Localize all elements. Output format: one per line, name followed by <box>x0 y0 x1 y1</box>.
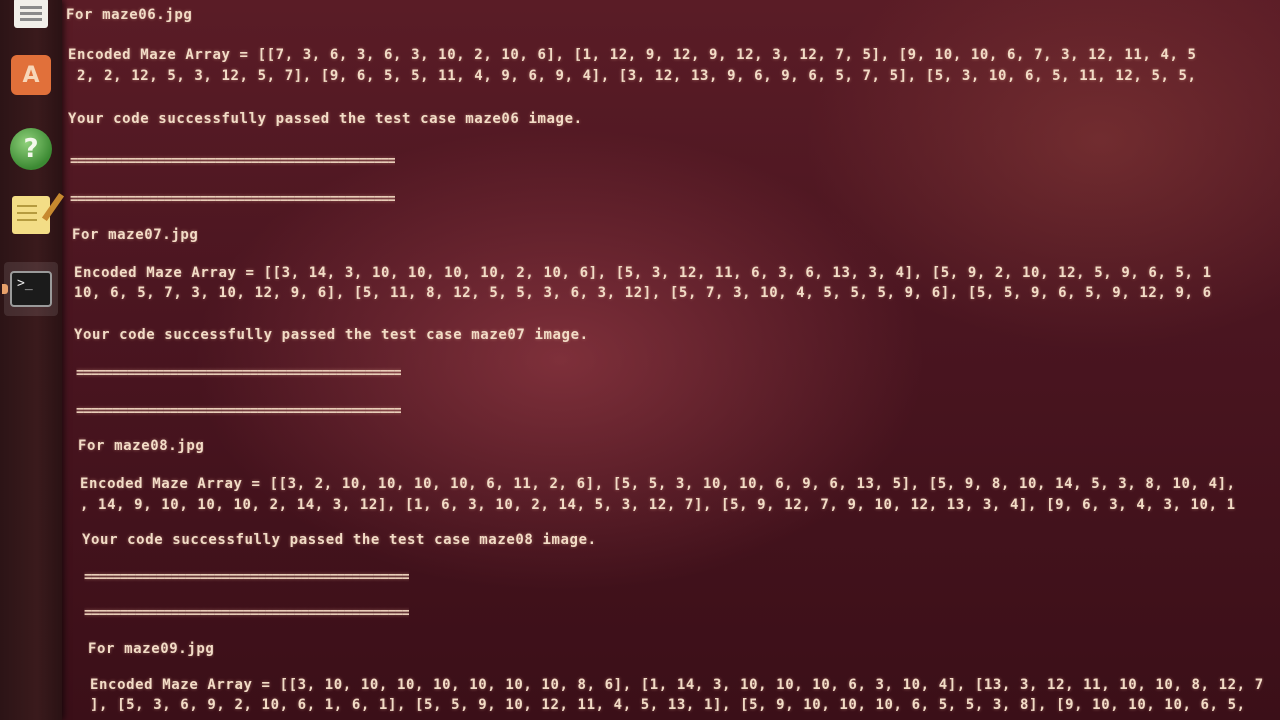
separator-line: ========================================… <box>76 365 402 381</box>
separator-line: ========================================… <box>84 605 410 621</box>
separator-line: ========================================… <box>70 191 396 207</box>
encoded-array-line: Encoded Maze Array = [[7, 3, 6, 3, 6, 3,… <box>68 47 1197 63</box>
encoded-array-line: ], [5, 3, 6, 9, 2, 10, 6, 1, 6, 1], [5, … <box>90 697 1246 713</box>
test-result-line: Your code successfully passed the test c… <box>74 327 589 343</box>
help-icon: ? <box>10 128 52 170</box>
launcher: A ? >_ <box>0 0 62 720</box>
launcher-item-notes[interactable] <box>4 188 58 242</box>
screen: A ? >_ For maze06.jpg Encoded Maze Array… <box>0 0 1280 720</box>
maze-header: For maze06.jpg <box>66 7 193 23</box>
terminal-output[interactable]: For maze06.jpg Encoded Maze Array = [[7,… <box>62 0 1280 720</box>
test-result-line: Your code successfully passed the test c… <box>82 532 597 548</box>
launcher-item-files[interactable] <box>4 0 58 40</box>
launcher-item-terminal[interactable]: >_ <box>2 262 58 316</box>
launcher-item-software-store[interactable]: A <box>4 48 58 102</box>
encoded-array-line: Encoded Maze Array = [[3, 14, 3, 10, 10,… <box>74 265 1212 281</box>
active-indicator <box>2 284 8 294</box>
maze-header: For maze09.jpg <box>88 641 215 657</box>
encoded-array-line: , 14, 9, 10, 10, 10, 2, 14, 3, 12], [1, … <box>80 497 1236 513</box>
separator-line: ========================================… <box>84 569 410 585</box>
files-icon <box>14 0 48 28</box>
encoded-array-line: 2, 2, 12, 5, 3, 12, 5, 7], [9, 6, 5, 5, … <box>68 68 1197 84</box>
encoded-array-line: 10, 6, 5, 7, 3, 10, 12, 9, 6], [5, 11, 8… <box>74 285 1212 301</box>
maze-header: For maze08.jpg <box>78 438 205 454</box>
notes-icon <box>12 196 50 234</box>
terminal-icon: >_ <box>10 271 52 307</box>
maze-header: For maze07.jpg <box>72 227 199 243</box>
test-result-line: Your code successfully passed the test c… <box>68 111 583 127</box>
encoded-array-line: Encoded Maze Array = [[3, 10, 10, 10, 10… <box>90 677 1264 693</box>
software-store-icon: A <box>11 55 51 95</box>
launcher-item-help[interactable]: ? <box>4 122 58 176</box>
separator-line: ========================================… <box>76 403 402 419</box>
separator-line: ========================================… <box>70 153 396 169</box>
encoded-array-line: Encoded Maze Array = [[3, 2, 10, 10, 10,… <box>80 476 1236 492</box>
